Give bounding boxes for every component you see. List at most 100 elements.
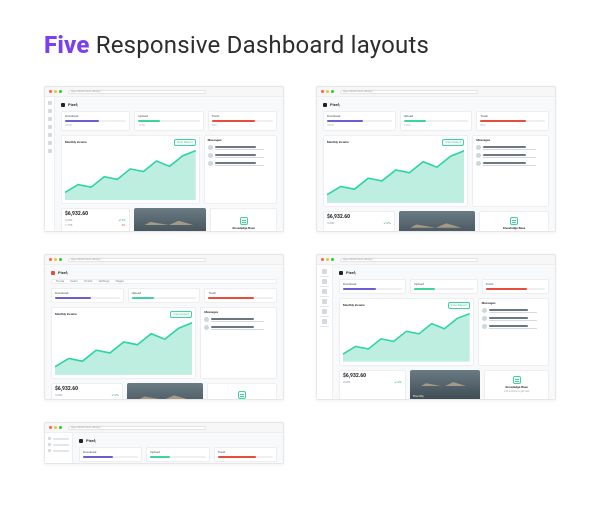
layout-thumb-5[interactable]: app.dashboard.design Pixel; Download Upl… xyxy=(44,422,284,464)
messages-card[interactable]: Messages xyxy=(204,135,277,204)
messages-card[interactable]: Messages xyxy=(200,307,277,379)
earn-row-label: 3,280 xyxy=(55,394,62,397)
nav-icon[interactable] xyxy=(322,319,327,324)
brand-name: Pixel; xyxy=(330,103,340,107)
knowledge-card[interactable]: Knowledge Base240 articles to get help xyxy=(484,370,549,399)
line-chart-icon xyxy=(343,311,470,362)
view-report-button[interactable]: View Report xyxy=(442,139,464,146)
knowledge-card[interactable]: Knowledge Base xyxy=(207,383,277,399)
nav-link[interactable]: Pages xyxy=(116,280,124,283)
earn-row-label: 3,280 xyxy=(327,222,334,225)
nav-icon[interactable] xyxy=(48,133,52,137)
stat-download[interactable]: Download xyxy=(339,279,406,294)
image-card[interactable]: The City xyxy=(399,211,476,231)
nav-icon[interactable] xyxy=(322,289,327,294)
view-report-button[interactable]: View Report xyxy=(448,302,470,309)
nav-icon[interactable] xyxy=(48,109,52,113)
nav-icon[interactable] xyxy=(48,141,52,145)
nav-icon[interactable] xyxy=(322,279,327,284)
nav-link[interactable]: Users xyxy=(70,280,78,283)
image-card[interactable]: The City xyxy=(134,208,207,231)
messages-card[interactable]: Messages xyxy=(478,298,549,366)
traffic-lights xyxy=(321,90,334,93)
message-item[interactable] xyxy=(204,325,273,330)
stat-upload[interactable]: Upload xyxy=(410,279,477,294)
nav-icon[interactable] xyxy=(48,101,52,105)
message-item[interactable] xyxy=(476,145,545,150)
stat-value: 1256 xyxy=(138,124,199,127)
kb-title: Knowledge Base xyxy=(505,386,527,389)
layout-thumb-4[interactable]: app.dashboard.design Pixel; Download Upl… xyxy=(316,254,556,400)
nav-link[interactable]: Charts xyxy=(84,280,93,283)
sidebar-item[interactable] xyxy=(48,437,69,440)
traffic-lights xyxy=(321,258,334,261)
messages-title: Messages xyxy=(476,139,545,142)
earnings-card[interactable]: $6,932.60 3,280+12% xyxy=(323,211,395,231)
message-item[interactable] xyxy=(208,153,273,158)
earnings-card[interactable]: $6,932.60 3,280+12% 1,795-3% xyxy=(61,208,130,231)
messages-title: Messages xyxy=(204,311,273,314)
nav-link[interactable]: Settings xyxy=(99,280,110,283)
stat-upload[interactable]: Upload1256 xyxy=(134,111,203,131)
nav-link[interactable]: Home xyxy=(56,280,64,283)
stat-trash[interactable]: Trash xyxy=(214,447,277,462)
chart-card[interactable]: Monthly IncomeView Report xyxy=(339,298,474,366)
message-item[interactable] xyxy=(482,316,545,321)
earnings-total: $6,932.60 xyxy=(327,215,391,220)
sidebar-item[interactable] xyxy=(48,443,69,446)
stat-trash[interactable]: Trash xyxy=(204,288,277,303)
stat-trash[interactable]: Trash862 xyxy=(208,111,277,131)
stat-label: Trash xyxy=(212,115,273,118)
message-item[interactable] xyxy=(208,161,273,166)
chart-card[interactable]: Monthly IncomeView Report xyxy=(51,307,196,379)
view-report-button[interactable]: View Report xyxy=(174,139,196,146)
line-chart-icon xyxy=(65,148,196,200)
earnings-card[interactable]: $6,932.60 3,280+12% xyxy=(339,370,406,399)
nav-icon[interactable] xyxy=(322,309,327,314)
stat-trash[interactable]: Trash xyxy=(482,279,549,294)
sidebar[interactable] xyxy=(45,433,73,463)
nav-icon[interactable] xyxy=(322,269,327,274)
stat-download[interactable]: Download xyxy=(79,447,142,462)
image-card[interactable]: The City xyxy=(410,370,481,399)
chart-card[interactable]: Monthly IncomeView Report xyxy=(323,135,468,207)
top-nav[interactable]: Home Users Charts Settings Pages xyxy=(51,279,277,284)
messages-card[interactable]: Messages xyxy=(472,135,549,207)
stat-download[interactable]: Download3528 xyxy=(323,111,396,131)
stat-label: Download xyxy=(83,451,138,454)
stat-trash[interactable]: Trash862 xyxy=(476,111,549,131)
sidebar[interactable] xyxy=(317,265,333,399)
stat-download[interactable]: Download xyxy=(51,288,124,303)
message-item[interactable] xyxy=(208,145,273,150)
knowledge-card[interactable]: Knowledge Base240 articles to get help xyxy=(479,211,549,231)
earnings-total: $6,932.60 xyxy=(343,374,402,379)
nav-icon[interactable] xyxy=(48,125,52,129)
knowledge-card[interactable]: Knowledge Base xyxy=(210,208,277,231)
sidebar-item[interactable] xyxy=(48,449,69,452)
layout-thumb-1[interactable]: app.dashboard.design Pixel; Download3528… xyxy=(44,86,284,232)
message-item[interactable] xyxy=(204,317,273,322)
stat-download[interactable]: Download3528 xyxy=(61,111,130,131)
layout-thumb-2[interactable]: app.dashboard.design Pixel; Download3528… xyxy=(316,86,556,232)
earnings-card[interactable]: $6,932.60 3,280+12% xyxy=(51,383,123,399)
stat-upload[interactable]: Upload xyxy=(128,288,201,303)
image-card[interactable]: The City xyxy=(127,383,204,399)
nav-icon[interactable] xyxy=(48,117,52,121)
chart-card[interactable]: Monthly IncomeView Report xyxy=(61,135,200,204)
message-item[interactable] xyxy=(482,324,545,329)
brand-name: Pixel; xyxy=(86,439,96,443)
stat-label: Trash xyxy=(480,115,545,118)
nav-icon[interactable] xyxy=(48,149,52,153)
message-item[interactable] xyxy=(476,153,545,158)
nav-icon[interactable] xyxy=(322,299,327,304)
layout-thumb-3[interactable]: app.dashboard.design Pixel; Home Users C… xyxy=(44,254,284,400)
stat-label: Download xyxy=(65,115,126,118)
message-item[interactable] xyxy=(476,161,545,166)
sidebar[interactable] xyxy=(45,97,55,231)
message-item[interactable] xyxy=(482,308,545,313)
stat-upload[interactable]: Upload xyxy=(146,447,209,462)
stat-label: Trash xyxy=(208,292,273,295)
view-report-button[interactable]: View Report xyxy=(170,311,192,318)
stat-label: Download xyxy=(327,115,392,118)
stat-upload[interactable]: Upload1256 xyxy=(400,111,473,131)
